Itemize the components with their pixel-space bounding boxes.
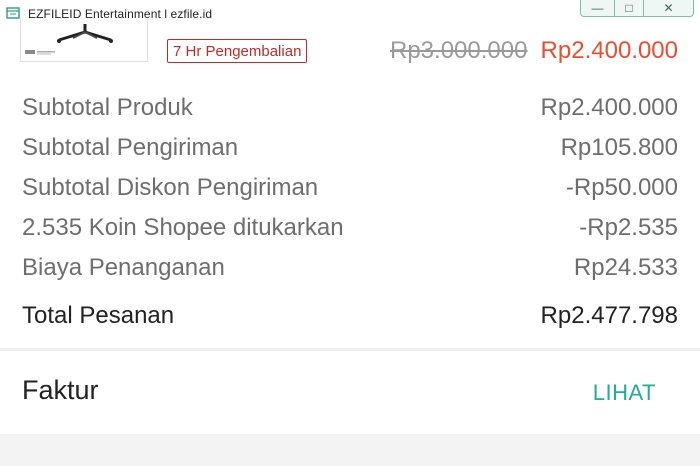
summary-row-subtotal-product: Subtotal Produk Rp2.400.000: [0, 87, 700, 127]
window-controls: — □ ✕: [580, 0, 694, 19]
return-policy-badge: 7 Hr Pengembalian: [167, 39, 308, 63]
maximize-icon: □: [625, 1, 633, 15]
minimize-button[interactable]: —: [580, 0, 614, 17]
bottom-spacer: [0, 434, 700, 466]
summary-value: Rp24.533: [573, 254, 678, 281]
chair-base-image: [25, 24, 113, 55]
order-total-value: Rp2.477.798: [540, 302, 678, 329]
summary-value: Rp105.800: [560, 134, 678, 161]
order-total-label: Total Pesanan: [22, 302, 175, 329]
app-icon: [6, 7, 20, 19]
close-button[interactable]: ✕: [644, 0, 694, 17]
summary-value: Rp2.400.000: [540, 94, 678, 121]
minimize-icon: —: [591, 1, 604, 15]
summary-value: -Rp2.535: [579, 214, 678, 241]
summary-row-coins-redeemed: 2.535 Koin Shopee ditukarkan -Rp2.535: [0, 207, 700, 247]
summary-row-shipping-discount: Subtotal Diskon Pengiriman -Rp50.000: [0, 167, 700, 207]
summary-value: -Rp50.000: [565, 174, 678, 201]
invoice-row[interactable]: Faktur LIHAT: [0, 351, 700, 433]
discounted-price: Rp2.400.000: [540, 37, 678, 64]
summary-row-order-total: Total Pesanan Rp2.477.798: [0, 295, 700, 335]
order-summary: Subtotal Produk Rp2.400.000 Subtotal Pen…: [0, 87, 700, 335]
product-row[interactable]: 7 Hr Pengembalian Rp3.000.000 Rp2.400.00…: [0, 18, 700, 72]
product-thumbnail[interactable]: [20, 18, 148, 62]
invoice-label: Faktur: [22, 375, 99, 405]
summary-label: Subtotal Diskon Pengiriman: [22, 174, 319, 201]
summary-label: Subtotal Produk: [22, 94, 193, 121]
view-invoice-link[interactable]: LIHAT: [593, 380, 656, 406]
summary-label: Subtotal Pengiriman: [22, 134, 239, 161]
summary-row-handling-fee: Biaya Penanganan Rp24.533: [0, 247, 700, 287]
summary-label: 2.535 Koin Shopee ditukarkan: [22, 214, 344, 241]
maximize-button[interactable]: □: [614, 0, 644, 17]
original-price: Rp3.000.000: [390, 37, 528, 64]
summary-label: Biaya Penanganan: [22, 254, 225, 281]
close-icon: ✕: [663, 1, 674, 15]
summary-row-subtotal-shipping: Subtotal Pengiriman Rp105.800: [0, 127, 700, 167]
